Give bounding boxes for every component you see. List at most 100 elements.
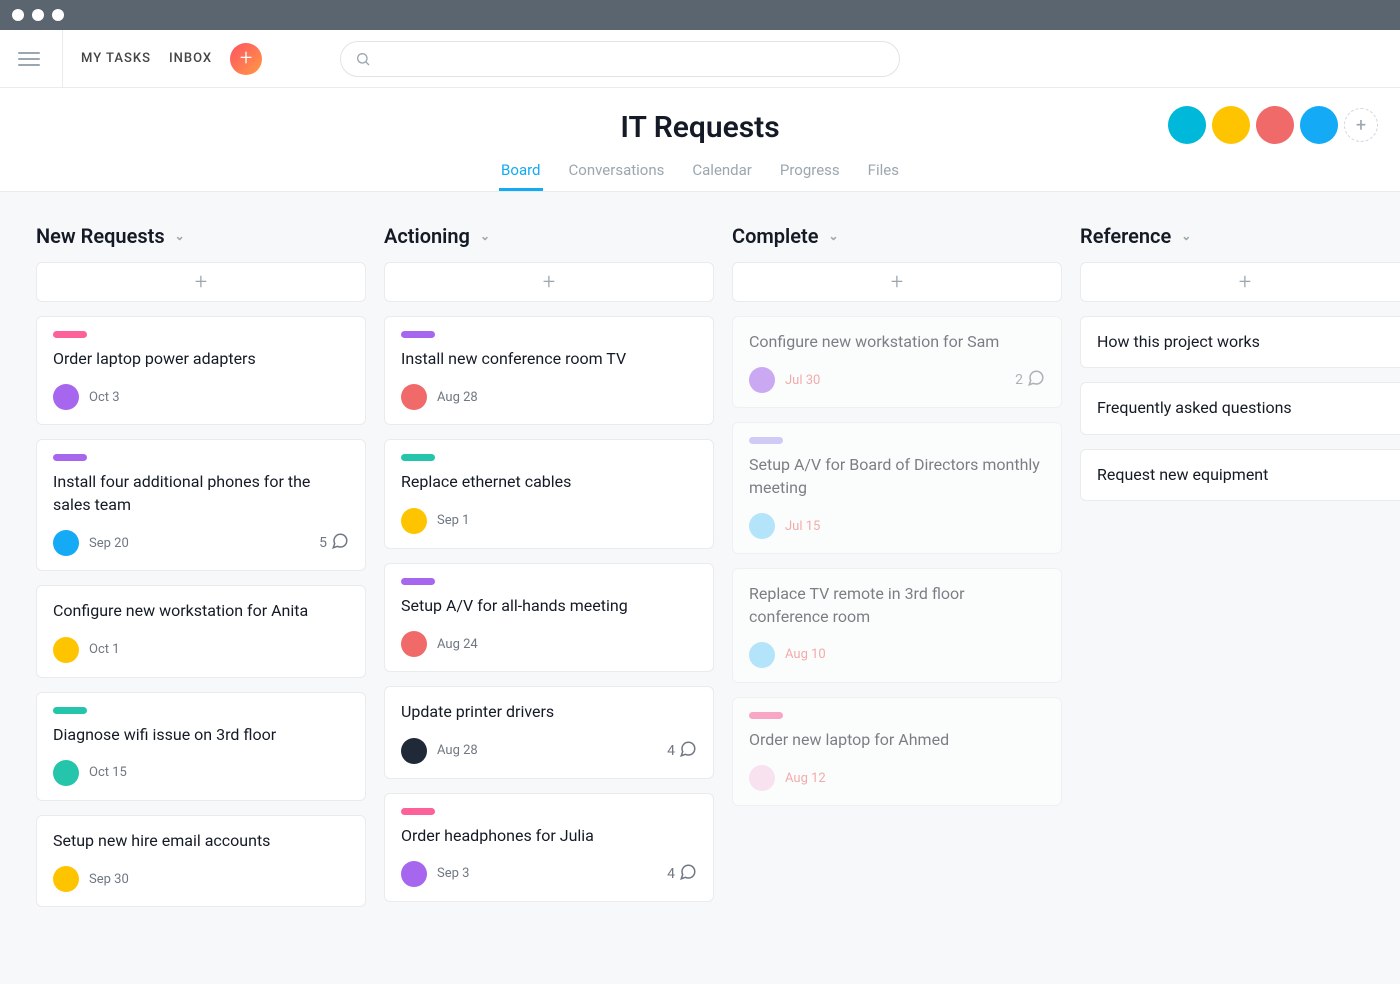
assignee-avatar[interactable] xyxy=(401,861,427,887)
window-min-dot[interactable] xyxy=(32,9,44,21)
assignee-avatar[interactable] xyxy=(401,631,427,657)
window-max-dot[interactable] xyxy=(52,9,64,21)
assignee-avatar[interactable] xyxy=(53,637,79,663)
page-title: IT Requests xyxy=(620,110,779,145)
comment-count[interactable]: 5 xyxy=(319,532,349,554)
assignee-avatar[interactable] xyxy=(53,384,79,410)
nav-my-tasks[interactable]: MY TASKS xyxy=(81,51,151,66)
chevron-down-icon[interactable]: ⌄ xyxy=(480,229,490,243)
global-add-button[interactable]: + xyxy=(230,43,262,75)
task-card[interactable]: Configure new workstation for SamJul 302 xyxy=(732,316,1062,408)
task-card[interactable]: Setup A/V for all-hands meeting Aug 24 xyxy=(384,563,714,672)
card-title: Replace TV remote in 3rd floor conferenc… xyxy=(749,583,1045,628)
tab-board[interactable]: Board xyxy=(499,155,542,191)
due-date: Sep 30 xyxy=(89,872,129,887)
card-meta: Aug 28 xyxy=(401,384,697,410)
task-card[interactable]: Setup A/V for Board of Directors monthly… xyxy=(732,422,1062,554)
assignee-avatar[interactable] xyxy=(401,738,427,764)
task-card[interactable]: Replace TV remote in 3rd floor conferenc… xyxy=(732,568,1062,683)
assignee-avatar[interactable] xyxy=(749,765,775,791)
column: New Requests ⌄ + Order laptop power adapter… xyxy=(36,224,366,921)
task-card[interactable]: Update printer driversAug 284 xyxy=(384,686,714,778)
due-date: Aug 28 xyxy=(437,390,478,405)
comment-number: 5 xyxy=(319,535,327,551)
window-chrome xyxy=(0,0,1400,30)
member-avatar[interactable] xyxy=(1168,106,1206,144)
task-card[interactable]: Install new conference room TVAug 28 xyxy=(384,316,714,425)
task-card[interactable]: Configure new workstation for AnitaOct 1 xyxy=(36,585,366,677)
card-title: How this project works xyxy=(1097,331,1393,353)
task-card[interactable]: Install four additional phones for the s… xyxy=(36,439,366,571)
add-card-button[interactable]: + xyxy=(384,262,714,302)
card-title: Setup A/V for all-hands meeting xyxy=(401,595,697,617)
comment-number: 4 xyxy=(667,743,675,759)
card-title: Frequently asked questions xyxy=(1097,397,1393,419)
comment-icon xyxy=(1027,369,1045,391)
column-header[interactable]: Complete⌄ xyxy=(732,224,1062,248)
tab-calendar[interactable]: Calendar xyxy=(690,155,754,191)
due-date: Oct 15 xyxy=(89,765,127,780)
chevron-down-icon[interactable]: ⌄ xyxy=(828,229,838,243)
due-date: Oct 3 xyxy=(89,390,120,405)
comment-count[interactable]: 2 xyxy=(1015,369,1045,391)
task-card[interactable]: Order headphones for JuliaSep 34 xyxy=(384,793,714,902)
task-card[interactable]: How this project works xyxy=(1080,316,1400,368)
task-card[interactable]: Order new laptop for AhmedAug 12 xyxy=(732,697,1062,806)
search-input[interactable] xyxy=(340,41,900,77)
task-card[interactable]: Replace ethernet cablesSep 1 xyxy=(384,439,714,548)
column-title: New Requests xyxy=(36,224,165,248)
card-title: Setup new hire email accounts xyxy=(53,830,349,852)
add-member-button[interactable]: + xyxy=(1344,108,1378,142)
chevron-down-icon[interactable]: ⌄ xyxy=(1181,229,1191,243)
comment-icon xyxy=(679,740,697,762)
column-title: Reference xyxy=(1080,224,1171,248)
assignee-avatar[interactable] xyxy=(401,508,427,534)
project-tabs: Board Conversations Calendar Progress Files xyxy=(0,155,1400,191)
member-avatar[interactable] xyxy=(1256,106,1294,144)
add-card-button[interactable]: + xyxy=(1080,262,1400,302)
comment-count[interactable]: 4 xyxy=(667,863,697,885)
add-card-button[interactable]: + xyxy=(36,262,366,302)
project-header: IT Requests + Board Conversations Calendar… xyxy=(0,88,1400,192)
task-card[interactable]: Frequently asked questions xyxy=(1080,382,1400,434)
comment-count[interactable]: 4 xyxy=(667,740,697,762)
member-avatar[interactable] xyxy=(1300,106,1338,144)
chevron-down-icon[interactable]: ⌄ xyxy=(175,229,185,243)
assignee-avatar[interactable] xyxy=(749,642,775,668)
nav-inbox[interactable]: INBOX xyxy=(169,51,212,66)
tag-pill xyxy=(401,808,435,815)
tab-files[interactable]: Files xyxy=(866,155,901,191)
card-title: Order laptop power adapters xyxy=(53,348,349,370)
task-card[interactable]: Order laptop power adapters Oct 3 xyxy=(36,316,366,425)
assignee-avatar[interactable] xyxy=(53,760,79,786)
add-card-button[interactable]: + xyxy=(732,262,1062,302)
tab-progress[interactable]: Progress xyxy=(778,155,842,191)
tag-pill xyxy=(401,331,435,338)
card-meta: Oct 1 xyxy=(53,637,349,663)
card-title: Request new equipment xyxy=(1097,464,1393,486)
tag-pill xyxy=(53,331,87,338)
window-close-dot[interactable] xyxy=(12,9,24,21)
column-header[interactable]: Reference ⌄ xyxy=(1080,224,1400,248)
assignee-avatar[interactable] xyxy=(749,367,775,393)
column-header[interactable]: Actioning⌄ xyxy=(384,224,714,248)
assignee-avatar[interactable] xyxy=(53,866,79,892)
task-card[interactable]: Setup new hire email accounts Sep 30 xyxy=(36,815,366,907)
tab-conversations[interactable]: Conversations xyxy=(567,155,667,191)
card-meta: Sep 30 xyxy=(53,866,349,892)
member-avatar[interactable] xyxy=(1212,106,1250,144)
assignee-avatar[interactable] xyxy=(53,530,79,556)
due-date: Aug 24 xyxy=(437,637,478,652)
due-date: Aug 28 xyxy=(437,743,478,758)
task-card[interactable]: Request new equipment xyxy=(1080,449,1400,501)
board: New Requests ⌄ + Order laptop power adapter… xyxy=(0,192,1400,953)
assignee-avatar[interactable] xyxy=(401,384,427,410)
topbar: MY TASKS INBOX + xyxy=(0,30,1400,88)
menu-icon[interactable] xyxy=(18,30,63,88)
task-card[interactable]: Diagnose wifi issue on 3rd floorOct 15 xyxy=(36,692,366,801)
column-header[interactable]: New Requests ⌄ xyxy=(36,224,366,248)
assignee-avatar[interactable] xyxy=(749,513,775,539)
card-meta: Sep 34 xyxy=(401,861,697,887)
card-title: Install four additional phones for the s… xyxy=(53,471,349,516)
due-date: Jul 15 xyxy=(785,519,820,534)
